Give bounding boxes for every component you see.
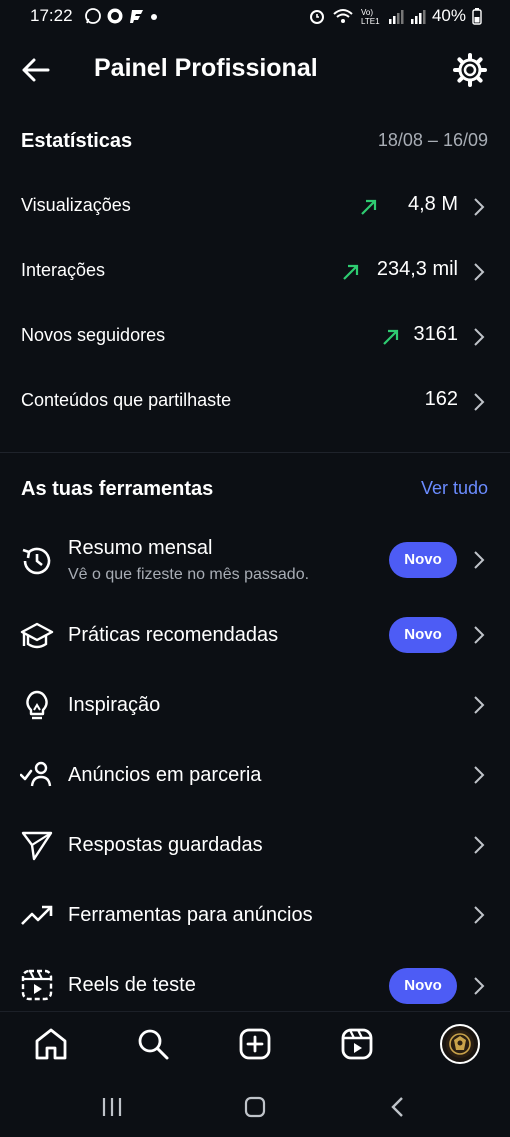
- more-notifications-icon: [151, 14, 157, 20]
- signal-icon-2: [410, 10, 426, 24]
- signal-icon-1: [388, 10, 404, 24]
- alarm-icon: [309, 10, 324, 24]
- stat-label: Interações: [21, 260, 106, 280]
- tool-ad-tools[interactable]: Ferramentas para anúncios: [0, 885, 510, 945]
- page-title: Painel Profissional: [94, 54, 318, 82]
- stat-value: 234,3 mil: [376, 258, 458, 280]
- home-button-icon[interactable]: [243, 1096, 267, 1118]
- back-arrow-icon[interactable]: [18, 52, 54, 88]
- svg-text:Vo): Vo): [361, 8, 373, 17]
- reels-test-icon: [21, 969, 53, 1001]
- settings-gear-icon[interactable]: [452, 52, 488, 88]
- stat-value: 162: [424, 388, 458, 410]
- send-icon: [21, 831, 53, 861]
- tool-label: Respostas guardadas: [68, 834, 263, 856]
- tool-trial-reels[interactable]: Reels de teste Novo: [0, 955, 510, 1011]
- app-header: Painel Profissional: [0, 40, 510, 100]
- trend-up-icon: [343, 264, 359, 280]
- back-button-icon[interactable]: [388, 1096, 408, 1118]
- tool-label: Práticas recomendadas: [68, 624, 279, 646]
- stat-row-new-followers[interactable]: Novos seguidores 3161: [0, 313, 510, 361]
- status-time: 17:22: [30, 6, 73, 25]
- status-bar: 17:22 Vo) LTE1 40%: [0, 0, 510, 34]
- section-divider: [0, 452, 510, 453]
- stat-value: 4,8 M: [407, 193, 458, 215]
- stat-row-shared-content[interactable]: Conteúdos que partilhaste 162: [0, 378, 510, 426]
- chevron-right-icon: [474, 198, 485, 216]
- chevron-right-icon: [474, 766, 485, 784]
- create-icon[interactable]: [237, 1026, 273, 1062]
- trend-up-icon: [361, 199, 377, 215]
- new-badge: Novo: [389, 968, 457, 1004]
- recent-apps-icon[interactable]: [100, 1096, 124, 1118]
- profile-avatar[interactable]: [440, 1024, 480, 1064]
- flash-app-icon: [130, 10, 143, 23]
- stat-label: Visualizações: [21, 195, 131, 215]
- tool-label: Ferramentas para anúncios: [68, 904, 313, 926]
- battery-icon: [472, 8, 482, 25]
- see-all-link[interactable]: Ver tudo: [421, 478, 488, 499]
- search-icon[interactable]: [135, 1026, 171, 1062]
- system-nav-bar: [0, 1079, 510, 1137]
- tool-best-practices[interactable]: Práticas recomendadas Novo: [0, 605, 510, 665]
- graduation-cap-icon: [20, 622, 54, 649]
- tool-label: Reels de teste: [68, 974, 196, 996]
- stats-title: Estatísticas: [21, 130, 133, 152]
- wifi-icon: [333, 9, 353, 23]
- chevron-right-icon: [474, 836, 485, 854]
- status-right: Vo) LTE1 40%: [308, 6, 482, 26]
- new-badge: Novo: [389, 542, 457, 578]
- chevron-right-icon: [474, 906, 485, 924]
- tool-inspiration[interactable]: Inspiração: [0, 675, 510, 735]
- person-check-icon: [20, 761, 52, 787]
- tool-label: Resumo mensal: [68, 537, 213, 559]
- chevron-right-icon: [474, 328, 485, 346]
- chevron-right-icon: [474, 626, 485, 644]
- home-icon[interactable]: [33, 1026, 69, 1062]
- battery-percent: 40%: [431, 6, 466, 25]
- tools-title: As tuas ferramentas: [21, 478, 214, 500]
- tool-saved-replies[interactable]: Respostas guardadas: [0, 815, 510, 875]
- stat-value: 3161: [413, 323, 459, 345]
- stat-row-views[interactable]: Visualizações 4,8 M: [0, 183, 510, 231]
- chevron-right-icon: [474, 977, 485, 995]
- volte-icon: Vo)LTE1: [361, 8, 380, 25]
- tool-monthly-summary[interactable]: Resumo mensal Vê o que fizeste no mês pa…: [0, 530, 510, 594]
- trend-up-icon: [383, 329, 399, 345]
- app-icon: [107, 8, 123, 24]
- chevron-right-icon: [474, 393, 485, 411]
- lightbulb-icon: [26, 690, 48, 720]
- tool-subtitle: Vê o que fizeste no mês passado.: [68, 566, 310, 583]
- avatar-emblem-icon: [446, 1030, 474, 1058]
- reels-icon[interactable]: [339, 1026, 375, 1062]
- tool-label: Anúncios em parceria: [68, 764, 262, 786]
- svg-text:LTE1: LTE1: [361, 17, 380, 25]
- history-icon: [22, 547, 51, 575]
- whatsapp-icon: [85, 8, 101, 24]
- new-badge: Novo: [389, 617, 457, 653]
- tool-partnership-ads[interactable]: Anúncios em parceria: [0, 745, 510, 805]
- trending-up-icon: [21, 905, 53, 925]
- chevron-right-icon: [474, 551, 485, 569]
- notification-icons: [84, 7, 158, 25]
- stat-label: Conteúdos que partilhaste: [21, 390, 232, 410]
- chevron-right-icon: [474, 696, 485, 714]
- date-range[interactable]: 18/08 – 16/09: [378, 130, 488, 151]
- tool-label: Inspiração: [68, 694, 161, 716]
- bottom-nav: [0, 1011, 510, 1080]
- stat-label: Novos seguidores: [21, 325, 166, 345]
- chevron-right-icon: [474, 263, 485, 281]
- stat-row-interactions[interactable]: Interações 234,3 mil: [0, 248, 510, 296]
